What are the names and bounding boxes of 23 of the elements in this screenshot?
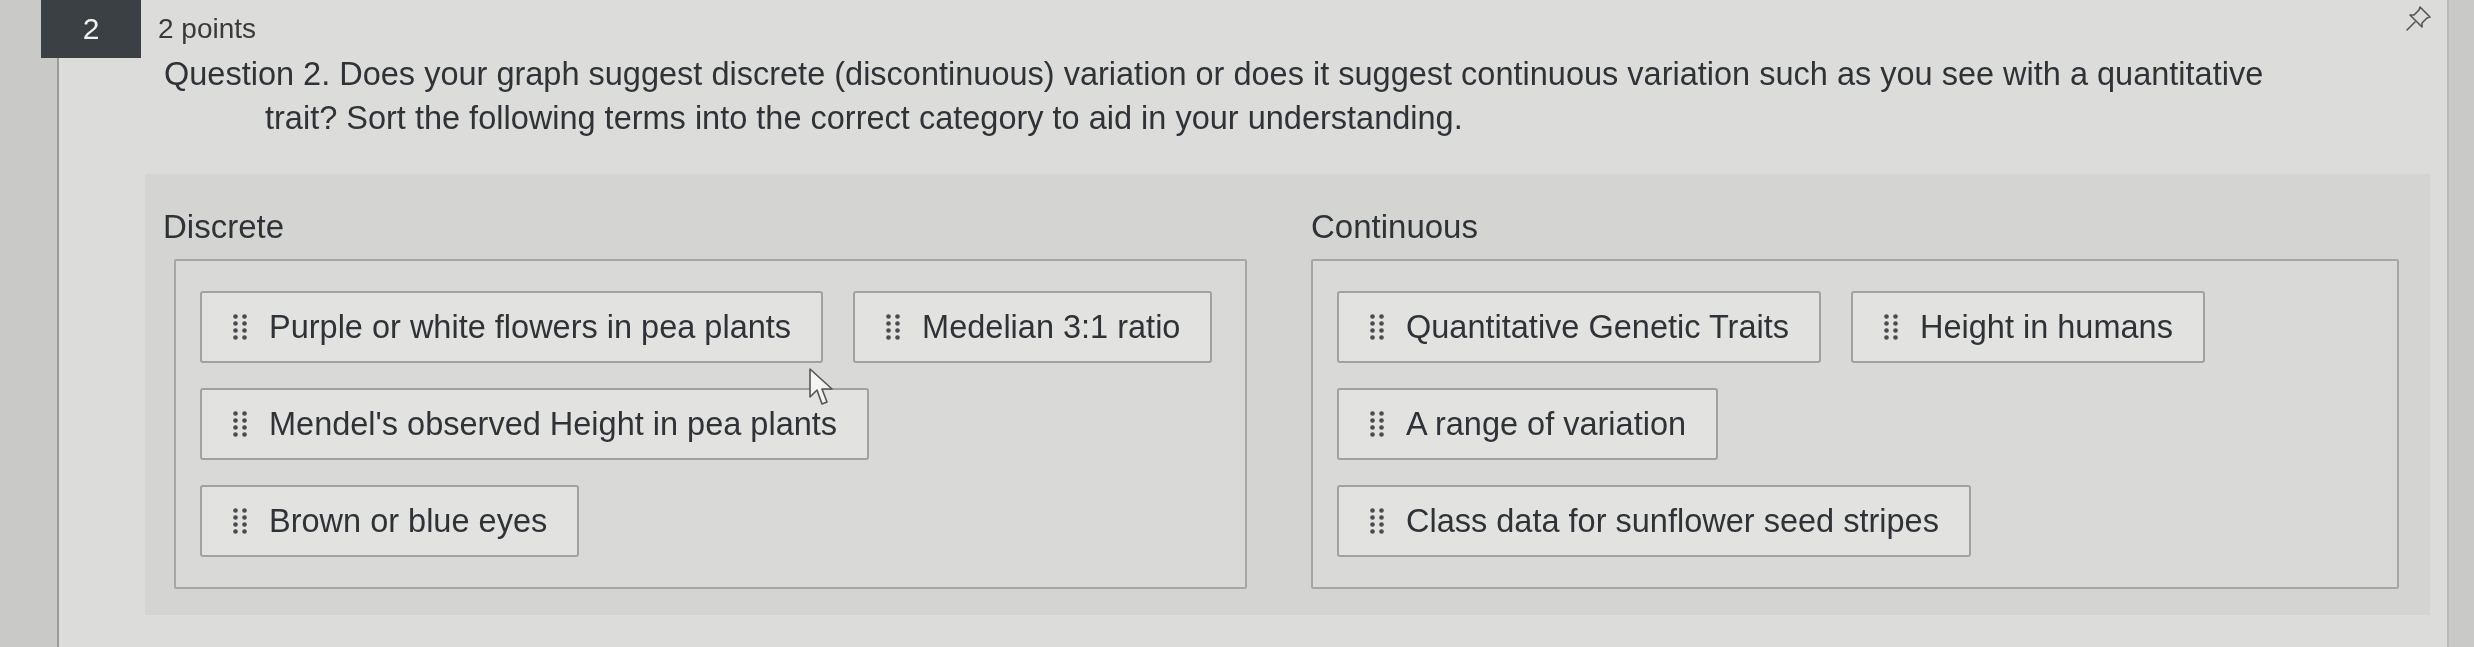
draggable-term[interactable]: Quantitative Genetic Traits [1337, 291, 1821, 363]
drag-handle-icon [1370, 411, 1384, 437]
question-text: Question 2. Does your graph suggest discrete (discontinuous) variation or does it suggest continuous variation such as you see with a quantitative trait? Sort the following terms into the correct category to aid in your understanding. [164, 55, 2265, 138]
draggable-term[interactable]: Purple or white flowers in pea plants [200, 291, 824, 363]
drag-handle-icon [1883, 314, 1898, 340]
draggable-term[interactable]: Mendel's observed Height in pea plants [200, 388, 870, 460]
drag-handle-icon [1370, 314, 1384, 340]
question-number: 2 [41, 0, 141, 58]
category-title: Discrete [163, 207, 286, 247]
points-label: 2 points [158, 13, 257, 45]
draggable-term[interactable]: A range of variation [1337, 388, 1719, 460]
draggable-term[interactable]: Brown or blue eyes [200, 485, 580, 557]
drag-handle-icon [886, 314, 901, 340]
draggable-term[interactable]: Height in humans [1850, 291, 2205, 363]
drag-handle-icon [233, 314, 247, 340]
drag-handle-icon [233, 411, 247, 437]
category-title: Continuous [1311, 207, 1479, 247]
drag-handle-icon [1370, 508, 1384, 534]
draggable-term[interactable]: Medelian 3:1 ratio [853, 291, 1213, 363]
mouse-pointer-icon [808, 367, 834, 407]
drag-handle-icon [233, 508, 247, 534]
draggable-term[interactable]: Class data for sunflower seed stripes [1337, 485, 1971, 557]
pin-icon[interactable] [2405, 4, 2433, 32]
